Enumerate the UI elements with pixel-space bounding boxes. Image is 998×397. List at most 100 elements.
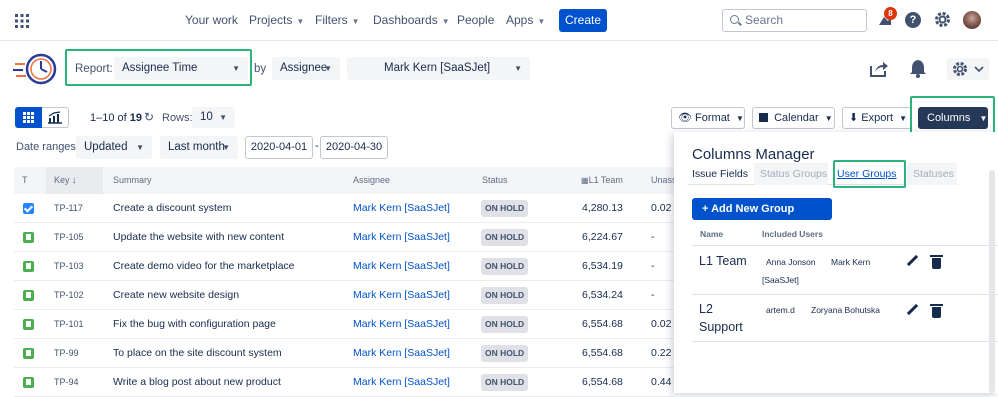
l1-team-value: 6,534.19 xyxy=(582,260,623,272)
issue-summary[interactable]: Fix the bug with configuration page xyxy=(113,310,276,339)
header-divider xyxy=(692,245,998,246)
report-settings-button[interactable] xyxy=(947,58,989,80)
nav-projects[interactable]: Projects ▼ xyxy=(249,13,304,27)
chevron-down-icon: ▼ xyxy=(537,17,546,26)
rows-per-page-select[interactable]: 10 ▼ xyxy=(192,107,235,128)
tab-status-groups[interactable]: Status Groups xyxy=(754,163,828,185)
assignee-link[interactable]: Mark Kern [SaaSJet] xyxy=(353,339,450,368)
delete-trash-icon[interactable] xyxy=(930,304,943,318)
l1-team-value: 6,554.68 xyxy=(582,318,623,330)
format-button[interactable]: 👁 Format ▼ xyxy=(671,107,745,129)
issue-key[interactable]: TP-99 xyxy=(54,339,79,368)
group-name: L2 xyxy=(699,302,713,316)
edit-pencil-icon[interactable] xyxy=(906,254,919,267)
nav-filters[interactable]: Filters ▼ xyxy=(315,13,360,27)
issue-summary[interactable]: Create demo video for the marketplace xyxy=(113,252,295,281)
nav-people[interactable]: People xyxy=(457,13,494,27)
group-name: L1 Team xyxy=(699,254,747,268)
share-icon[interactable] xyxy=(870,61,888,77)
date-period-select[interactable]: Last month ▼ xyxy=(160,136,238,159)
story-type-icon xyxy=(23,232,34,243)
group-user: Mark Kern xyxy=(831,257,871,267)
assignee-link[interactable]: Mark Kern [SaaSJet] xyxy=(353,252,450,281)
issue-summary[interactable]: Create a discount system xyxy=(113,194,231,223)
tab-user-groups[interactable]: User Groups xyxy=(837,163,897,185)
story-type-icon xyxy=(23,261,34,272)
chevron-down-icon: ▼ xyxy=(824,114,833,123)
date-from-input[interactable]: 2020-04-01 xyxy=(245,136,313,159)
date-separator: - xyxy=(315,140,319,152)
story-type-icon xyxy=(23,348,34,359)
notification-count-badge: 8 xyxy=(884,7,897,20)
help-icon[interactable]: ? xyxy=(905,12,921,28)
assignee-link[interactable]: Mark Kern [SaaSJet] xyxy=(353,281,450,310)
calendar-button[interactable]: Calendar ▼ xyxy=(752,107,835,129)
issue-key[interactable]: TP-102 xyxy=(54,281,84,310)
view-toggle-grid-button[interactable] xyxy=(15,107,42,128)
col-header-l1-team[interactable]: ▦L1 Team xyxy=(581,167,623,194)
nav-your-work[interactable]: Your work xyxy=(185,13,238,27)
delete-trash-icon[interactable] xyxy=(930,255,943,269)
panel-scrollbar[interactable] xyxy=(989,170,995,393)
issue-key[interactable]: TP-101 xyxy=(54,310,84,339)
table-row[interactable]: TP-117 Create a discount system Mark Kern … xyxy=(14,194,674,223)
group-user: artem.d xyxy=(766,305,795,315)
search-icon xyxy=(730,15,739,24)
col-header-summary[interactable]: Summary xyxy=(113,167,152,194)
issue-summary[interactable]: Update the website with new content xyxy=(113,223,284,252)
rows-label: Rows: xyxy=(162,112,193,124)
settings-gear-icon[interactable] xyxy=(934,11,951,28)
col-header-status[interactable]: Status xyxy=(482,167,508,194)
issue-summary[interactable]: To place on the site discount system xyxy=(113,339,282,368)
date-type-select[interactable]: Updated ▼ xyxy=(76,136,152,159)
issue-key[interactable]: TP-105 xyxy=(54,223,84,252)
col-users-header: Included Users xyxy=(762,229,823,239)
search-input[interactable]: Search xyxy=(722,9,867,32)
col-header-key[interactable]: Key ↓ xyxy=(46,167,103,194)
avatar[interactable] xyxy=(963,11,981,29)
view-toggle-chart-button[interactable] xyxy=(42,107,69,128)
table-row[interactable]: TP-103 Create demo video for the marketpl… xyxy=(14,252,674,281)
app-switcher-icon[interactable] xyxy=(15,14,29,28)
date-to-input[interactable]: 2020-04-30 xyxy=(320,136,388,159)
bell-icon[interactable] xyxy=(909,59,927,78)
row-divider xyxy=(692,294,998,295)
gear-icon xyxy=(953,62,984,76)
create-button[interactable]: Create xyxy=(559,9,607,32)
group-by-select[interactable]: Assignee ▼ xyxy=(272,57,340,80)
assignee-link[interactable]: Mark Kern [SaaSJet] xyxy=(353,223,450,252)
table-row[interactable]: TP-102 Create new website design Mark Kern… xyxy=(14,281,674,310)
group-user: [SaaSJet] xyxy=(762,275,799,285)
col-header-assignee[interactable]: Assignee xyxy=(353,167,391,194)
edit-pencil-icon[interactable] xyxy=(906,303,919,316)
table-row[interactable]: TP-105 Update the website with new conten… xyxy=(14,223,674,252)
top-navigation: Your work Projects ▼ Filters ▼ Dashboards ▼… xyxy=(0,0,998,41)
columns-button[interactable]: Columns ▼ xyxy=(918,107,988,129)
issue-key[interactable]: TP-117 xyxy=(54,194,83,223)
col-header-unassigned[interactable]: Unass xyxy=(651,167,677,194)
table-row[interactable]: TP-101 Fix the bug with configuration pag… xyxy=(14,310,674,339)
assignee-link[interactable]: Mark Kern [SaaSJet] xyxy=(353,310,450,339)
group-icon: ▦ xyxy=(581,176,589,185)
report-select[interactable]: Assignee Time ▼ xyxy=(114,57,248,80)
nav-apps[interactable]: Apps ▼ xyxy=(506,13,545,27)
issue-key[interactable]: TP-103 xyxy=(54,252,84,281)
user-select[interactable]: Mark Kern [SaaSJet] ▼ xyxy=(347,57,530,80)
status-badge: ON HOLD xyxy=(481,316,529,333)
nav-dashboards[interactable]: Dashboards ▼ xyxy=(373,13,450,27)
l1-team-value: 6,554.68 xyxy=(582,347,623,359)
chevron-down-icon: ▼ xyxy=(222,143,230,152)
issue-summary[interactable]: Create new website design xyxy=(113,281,239,310)
refresh-icon[interactable]: ↻ xyxy=(144,110,154,124)
export-button[interactable]: ⬇ Export ▼ xyxy=(842,107,912,129)
chevron-down-icon: ▼ xyxy=(296,17,305,26)
assignee-link[interactable]: Mark Kern [SaaSJet] xyxy=(353,194,450,223)
add-new-group-button[interactable]: + Add New Group xyxy=(692,198,832,220)
status-cell: ON HOLD xyxy=(481,194,529,223)
tab-statuses[interactable]: Statuses xyxy=(907,163,957,185)
l1-team-value: 6,224.67 xyxy=(582,231,623,243)
chevron-down-icon: ▼ xyxy=(136,143,144,152)
col-header-type[interactable]: T xyxy=(22,167,28,194)
table-row[interactable]: TP-99 To place on the site discount syste… xyxy=(14,339,674,368)
tab-issue-fields[interactable]: Issue Fields xyxy=(692,163,748,185)
